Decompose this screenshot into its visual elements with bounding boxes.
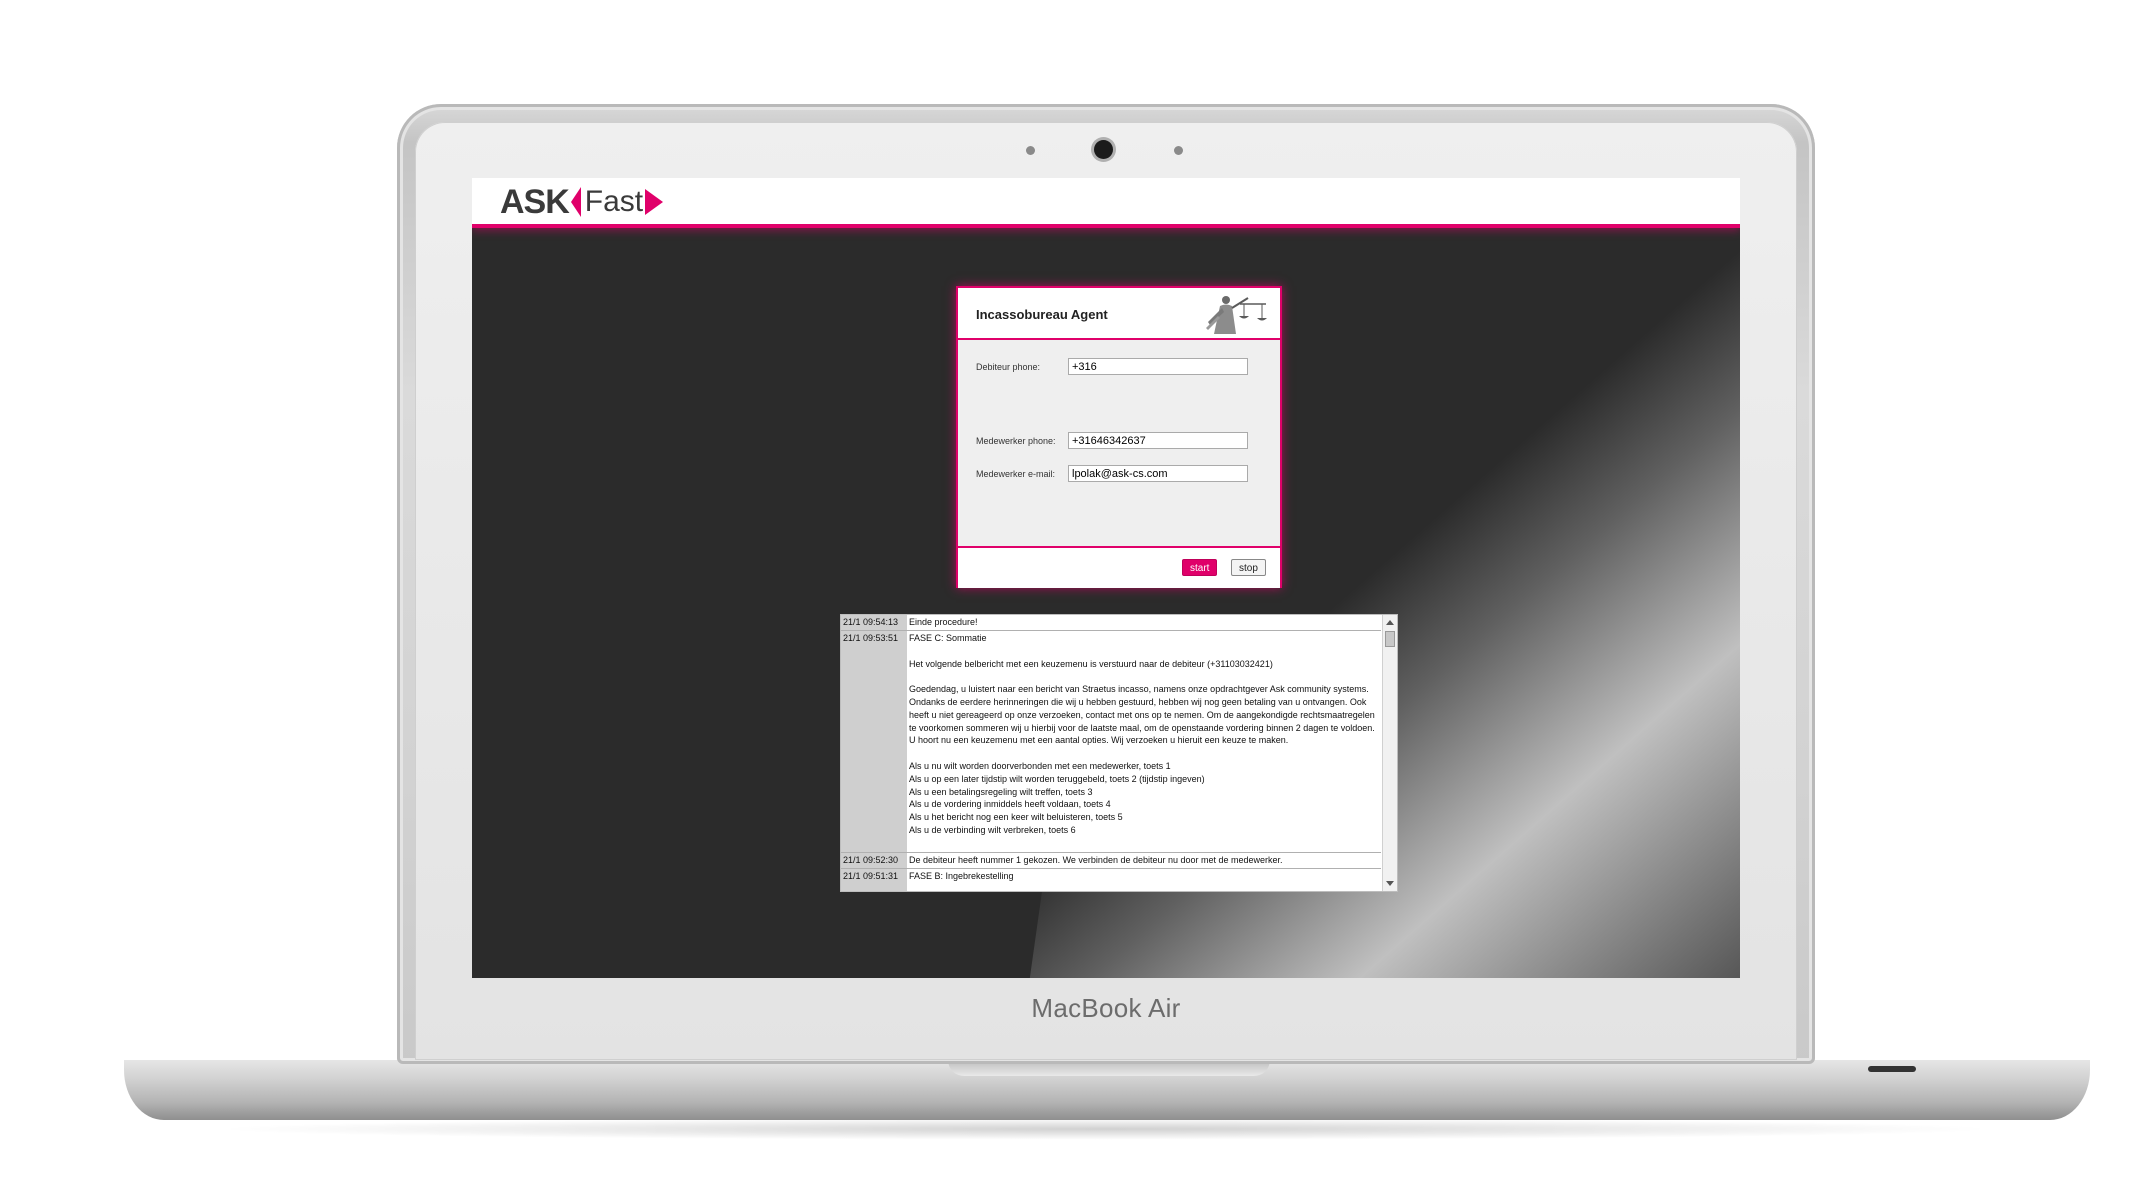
device-brand-label: MacBook Air [1031,993,1181,1023]
laptop-screen: ASK Fast Incassobureau Agent Debiteur ph… [472,178,1740,978]
medewerker-phone-label: Medewerker phone: [976,435,1056,446]
logo-ask-text: ASK [500,182,570,221]
medewerker-email-row: Medewerker e-mail: [976,465,1248,482]
agent-form-panel: Incassobureau Agent Debiteur phone: Mede… [956,286,1282,588]
debiteur-phone-input[interactable] [1068,358,1248,375]
laptop-shadow [210,1118,2000,1140]
log-entry: 21/1 09:51:31 FASE B: Ingebrekestelling [841,869,1381,884]
askfast-logo[interactable]: ASK Fast [500,182,664,221]
medewerker-email-label: Medewerker e-mail: [976,468,1056,479]
log-entry: 21/1 09:52:30 De debiteur heeft nummer 1… [841,853,1381,869]
debiteur-phone-row: Debiteur phone: [976,358,1248,375]
log-entry-time: 21/1 09:51:31 [843,871,899,881]
logo-bracket-icon [570,187,581,217]
app-header: ASK Fast [472,178,1740,228]
stop-button[interactable]: stop [1231,559,1266,576]
log-entry: 21/1 09:53:51 FASE C: Sommatie Het volge… [841,631,1381,853]
scroll-up-icon[interactable] [1386,620,1394,625]
logo-arrow-icon [645,189,664,215]
log-entry-time: 21/1 09:53:51 [843,633,899,643]
log-entry-message: FASE B: Ingebrekestelling [909,871,1014,881]
medewerker-email-input[interactable] [1068,465,1248,482]
debiteur-phone-label: Debiteur phone: [976,361,1041,372]
log-entry-message: FASE C: Sommatie Het volgende belbericht… [909,633,1375,835]
log-entry-time: 21/1 09:54:13 [843,617,899,627]
start-button[interactable]: start [1182,559,1218,576]
camera-sensor-left [1026,146,1035,155]
laptop-port [1868,1066,1916,1072]
lady-justice-icon [1196,292,1274,336]
medewerker-phone-input[interactable] [1068,432,1248,449]
log-entry-message: De debiteur heeft nummer 1 gekozen. We v… [909,855,1283,865]
log-entry-time: 21/1 09:52:30 [843,855,899,865]
panel-footer: start stop [958,546,1280,588]
medewerker-phone-row: Medewerker phone: [976,432,1248,449]
panel-title: Incassobureau Agent [976,307,1108,322]
panel-header: Incassobureau Agent [958,288,1280,340]
camera-sensor-right [1174,146,1183,155]
log-entry: 21/1 09:54:13 Einde procedure! [841,615,1381,631]
event-log[interactable]: 21/1 09:54:13 Einde procedure! 21/1 09:5… [840,614,1398,892]
scroll-thumb[interactable] [1385,631,1395,647]
log-entry-message: Einde procedure! [909,617,978,627]
logo-fast-text: Fast [584,185,644,218]
camera-icon [1094,140,1113,159]
log-scrollbar[interactable] [1382,615,1397,891]
scroll-down-icon[interactable] [1386,881,1394,886]
